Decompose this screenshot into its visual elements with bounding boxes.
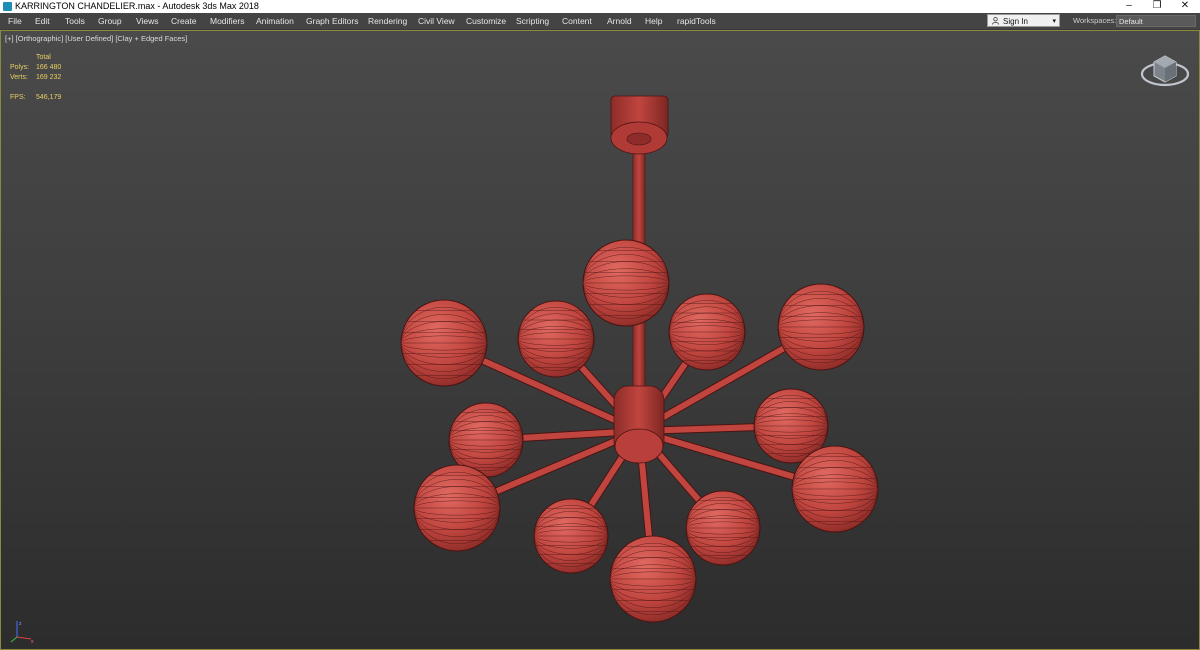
restore-button[interactable]: ❐	[1143, 0, 1171, 13]
window-title: KARRINGTON CHANDELIER.max - Autodesk 3ds…	[15, 1, 259, 11]
ceiling-canopy-cap	[626, 132, 652, 146]
menu-customize[interactable]: Customize	[466, 13, 506, 29]
menu-modifiers[interactable]: Modifiers	[210, 13, 244, 29]
menu-content[interactable]: Content	[562, 13, 592, 29]
workspaces-label: Workspaces:	[1073, 16, 1117, 25]
menu-scripting[interactable]: Scripting	[516, 13, 549, 29]
menu-civil-view[interactable]: Civil View	[418, 13, 455, 29]
minimize-button[interactable]: –	[1115, 0, 1143, 13]
menu-help[interactable]: Help	[645, 13, 662, 29]
close-button[interactable]: ✕	[1171, 0, 1199, 13]
window-titlebar: KARRINGTON CHANDELIER.max - Autodesk 3ds…	[0, 0, 1200, 13]
menu-rapidtools[interactable]: rapidTools	[677, 13, 716, 29]
menu-arnold[interactable]: Arnold	[607, 13, 632, 29]
menu-animation[interactable]: Animation	[256, 13, 294, 29]
menu-views[interactable]: Views	[136, 13, 159, 29]
perspective-viewport[interactable]: [+] [Orthographic] [User Defined] [Clay …	[0, 30, 1200, 650]
menu-rendering[interactable]: Rendering	[368, 13, 407, 29]
menu-file[interactable]: File	[8, 13, 22, 29]
svg-text:z: z	[19, 621, 22, 627]
user-icon	[992, 17, 999, 25]
menu-group[interactable]: Group	[98, 13, 122, 29]
center-hub-bottom	[614, 428, 664, 464]
axis-tripod-icon: z x	[10, 621, 34, 645]
main-menu-bar: File Edit Tools Group Views Create Modif…	[0, 13, 1200, 30]
chevron-down-icon: ▾	[1052, 18, 1056, 25]
menu-create[interactable]: Create	[171, 13, 197, 29]
3dsmax-app-icon	[3, 2, 12, 11]
sign-in-dropdown[interactable]: Sign In ▾	[987, 14, 1060, 27]
chandelier-model[interactable]	[1, 31, 1200, 650]
menu-graph-editors[interactable]: Graph Editors	[306, 13, 358, 29]
svg-text:x: x	[31, 639, 34, 645]
menu-edit[interactable]: Edit	[35, 13, 50, 29]
workspaces-select[interactable]: Default	[1116, 15, 1196, 27]
sign-in-label: Sign In	[1003, 17, 1028, 26]
menu-tools[interactable]: Tools	[65, 13, 85, 29]
